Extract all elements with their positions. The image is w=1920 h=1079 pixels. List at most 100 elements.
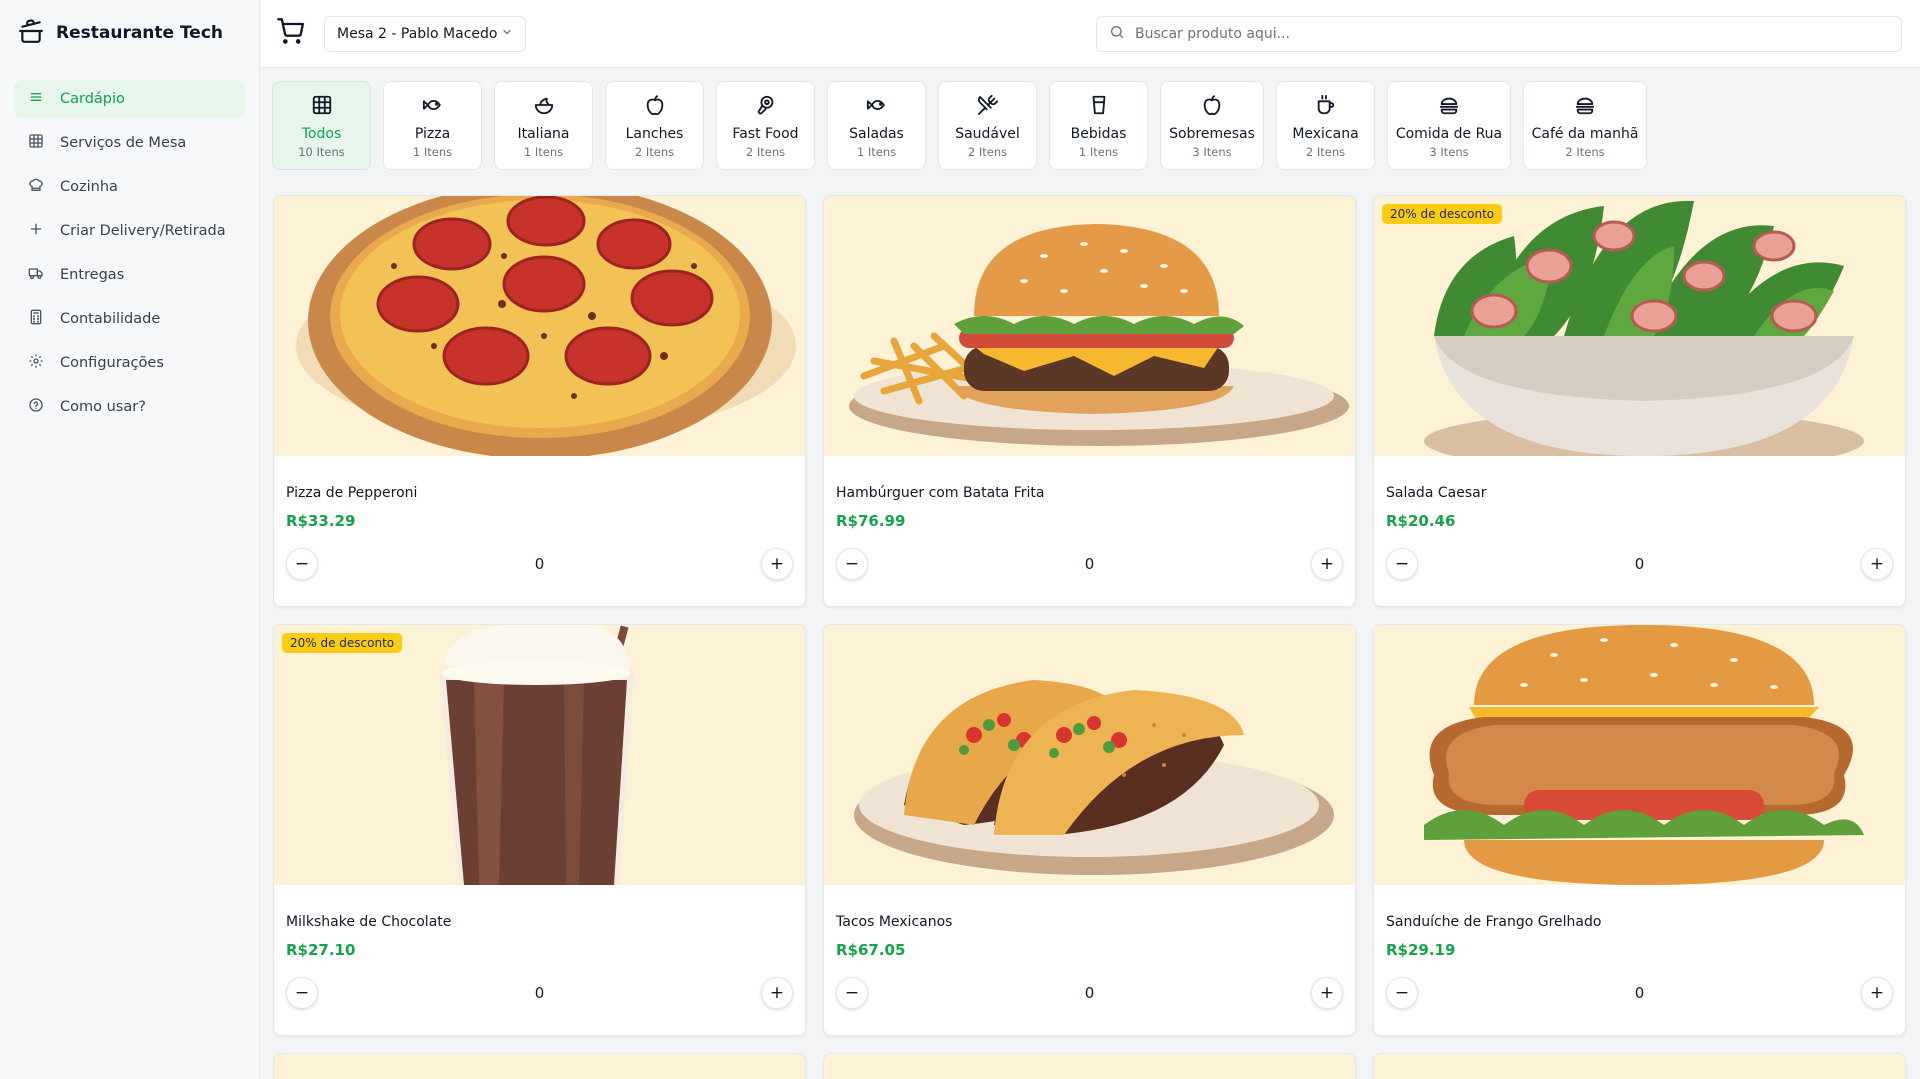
category-count: 2 Itens [634, 145, 675, 159]
sidebar-nav: Cardápio Serviços de Mesa Cozinha Criar … [0, 66, 259, 426]
sidebar-item-como-usar[interactable]: Como usar? [14, 388, 245, 426]
topbar: Mesa 2 - Pablo Macedo [261, 0, 1920, 68]
increase-button[interactable]: + [1310, 977, 1343, 1009]
decrease-button[interactable]: − [286, 548, 318, 580]
product-price: R$29.19 [1386, 941, 1456, 959]
sidebar-item-servicos-de-mesa[interactable]: Serviços de Mesa [14, 124, 245, 162]
increase-button[interactable]: + [760, 977, 793, 1009]
sidebar-item-cozinha[interactable]: Cozinha [14, 168, 245, 206]
category-pizza[interactable]: Pizza 1 Itens [383, 81, 482, 170]
quantity-value: 0 [534, 984, 545, 1002]
category-bar: Todos 10 Itens Pizza 1 Itens Italiana 1 … [272, 81, 1647, 170]
fish-icon [422, 94, 444, 125]
sidebar-item-configuracoes[interactable]: Configurações [14, 344, 245, 382]
quantity-stepper: − 0 + [286, 548, 793, 580]
category-count: 1 Itens [1078, 145, 1119, 159]
category-sobremesas[interactable]: Sobremesas 3 Itens [1160, 81, 1264, 170]
category-lanches[interactable]: Lanches 2 Itens [605, 81, 704, 170]
category-name: Saladas [849, 126, 904, 142]
category-name: Italiana [517, 126, 570, 142]
product-image-burger [824, 196, 1355, 456]
coffee-icon [1315, 94, 1337, 125]
quantity-stepper: − 0 + [1386, 548, 1893, 580]
category-name: Comida de Rua [1395, 126, 1503, 142]
sidebar-item-contabilidade[interactable]: Contabilidade [14, 300, 245, 338]
category-name: Saudável [955, 126, 1020, 142]
category-name: Mexicana [1292, 126, 1359, 142]
brand[interactable]: Restaurante Tech [0, 0, 259, 66]
category-count: 10 Itens [298, 145, 345, 159]
product-card-partial [273, 1053, 806, 1079]
category-count: 2 Itens [745, 145, 786, 159]
category-count: 2 Itens [1305, 145, 1346, 159]
decrease-button[interactable]: − [836, 548, 868, 580]
category-name: Lanches [625, 126, 684, 142]
burger-icon [1438, 94, 1460, 125]
quantity-stepper: − 0 + [1386, 977, 1893, 1009]
category-name: Café da manhã [1531, 126, 1639, 142]
sidebar-item-cardapio[interactable]: Cardápio [14, 80, 245, 118]
category-todos[interactable]: Todos 10 Itens [272, 81, 371, 170]
sidebar-item-label: Criar Delivery/Retirada [60, 223, 226, 239]
product-price: R$76.99 [836, 512, 906, 530]
cooking-pot-icon [18, 18, 44, 48]
product-name: Hambúrguer com Batata Frita [836, 485, 1045, 501]
increase-button[interactable]: + [1860, 548, 1893, 580]
decrease-button[interactable]: − [286, 977, 318, 1009]
product-card-partial [823, 1053, 1356, 1079]
category-bebidas[interactable]: Bebidas 1 Itens [1049, 81, 1148, 170]
increase-button[interactable]: + [1310, 548, 1343, 580]
shopping-cart-icon [276, 17, 304, 49]
category-name: Pizza [414, 126, 451, 142]
sidebar-item-label: Configurações [60, 355, 164, 371]
sidebar: Restaurante Tech Cardápio Serviços de Me… [0, 0, 260, 1079]
discount-badge: 20% de desconto [1382, 204, 1503, 224]
table-select[interactable]: Mesa 2 - Pablo Macedo [324, 16, 526, 52]
burger-icon [1574, 94, 1596, 125]
grid-icon [311, 94, 333, 125]
discount-badge: 20% de desconto [282, 633, 403, 653]
category-name: Fast Food [732, 126, 799, 142]
quantity-value: 0 [1634, 555, 1645, 573]
table-grid-icon [28, 133, 44, 153]
sidebar-item-label: Serviços de Mesa [60, 135, 187, 151]
beef-icon [755, 94, 777, 125]
product-image-milkshake: 20% de desconto [274, 625, 805, 885]
product-image-salad: 20% de desconto [1374, 196, 1905, 456]
category-italiana[interactable]: Italiana 1 Itens [494, 81, 593, 170]
product-price: R$27.10 [286, 941, 356, 959]
chevron-down-icon [501, 26, 513, 42]
help-circle-icon [28, 397, 44, 417]
sidebar-item-label: Cardápio [60, 91, 125, 107]
quantity-stepper: − 0 + [286, 977, 793, 1009]
quantity-value: 0 [1084, 555, 1095, 573]
search-input[interactable] [1135, 26, 1889, 42]
decrease-button[interactable]: − [836, 977, 868, 1009]
category-count: 2 Itens [1565, 145, 1605, 159]
category-cafe-da-manha[interactable]: Café da manhã 2 Itens [1523, 81, 1647, 170]
increase-button[interactable]: + [760, 548, 793, 580]
sidebar-item-criar-delivery[interactable]: Criar Delivery/Retirada [14, 212, 245, 250]
sidebar-item-entregas[interactable]: Entregas [14, 256, 245, 294]
apple-icon [1201, 94, 1223, 125]
fish-icon [866, 94, 888, 125]
search-box [1096, 16, 1902, 52]
category-saladas[interactable]: Saladas 1 Itens [827, 81, 926, 170]
product-price: R$67.05 [836, 941, 906, 959]
sidebar-item-label: Cozinha [60, 179, 118, 195]
decrease-button[interactable]: − [1386, 977, 1418, 1009]
quantity-value: 0 [1084, 984, 1095, 1002]
sidebar-item-label: Contabilidade [60, 311, 161, 327]
quantity-stepper: − 0 + [836, 548, 1343, 580]
calculator-icon [28, 309, 44, 329]
category-fast-food[interactable]: Fast Food 2 Itens [716, 81, 815, 170]
cup-icon [1088, 94, 1110, 125]
category-comida-de-rua[interactable]: Comida de Rua 3 Itens [1387, 81, 1511, 170]
search-icon [1109, 24, 1125, 44]
decrease-button[interactable]: − [1386, 548, 1418, 580]
increase-button[interactable]: + [1860, 977, 1893, 1009]
category-mexicana[interactable]: Mexicana 2 Itens [1276, 81, 1375, 170]
cart-button[interactable] [275, 18, 305, 48]
quantity-stepper: − 0 + [836, 977, 1343, 1009]
category-saudavel[interactable]: Saudável 2 Itens [938, 81, 1037, 170]
